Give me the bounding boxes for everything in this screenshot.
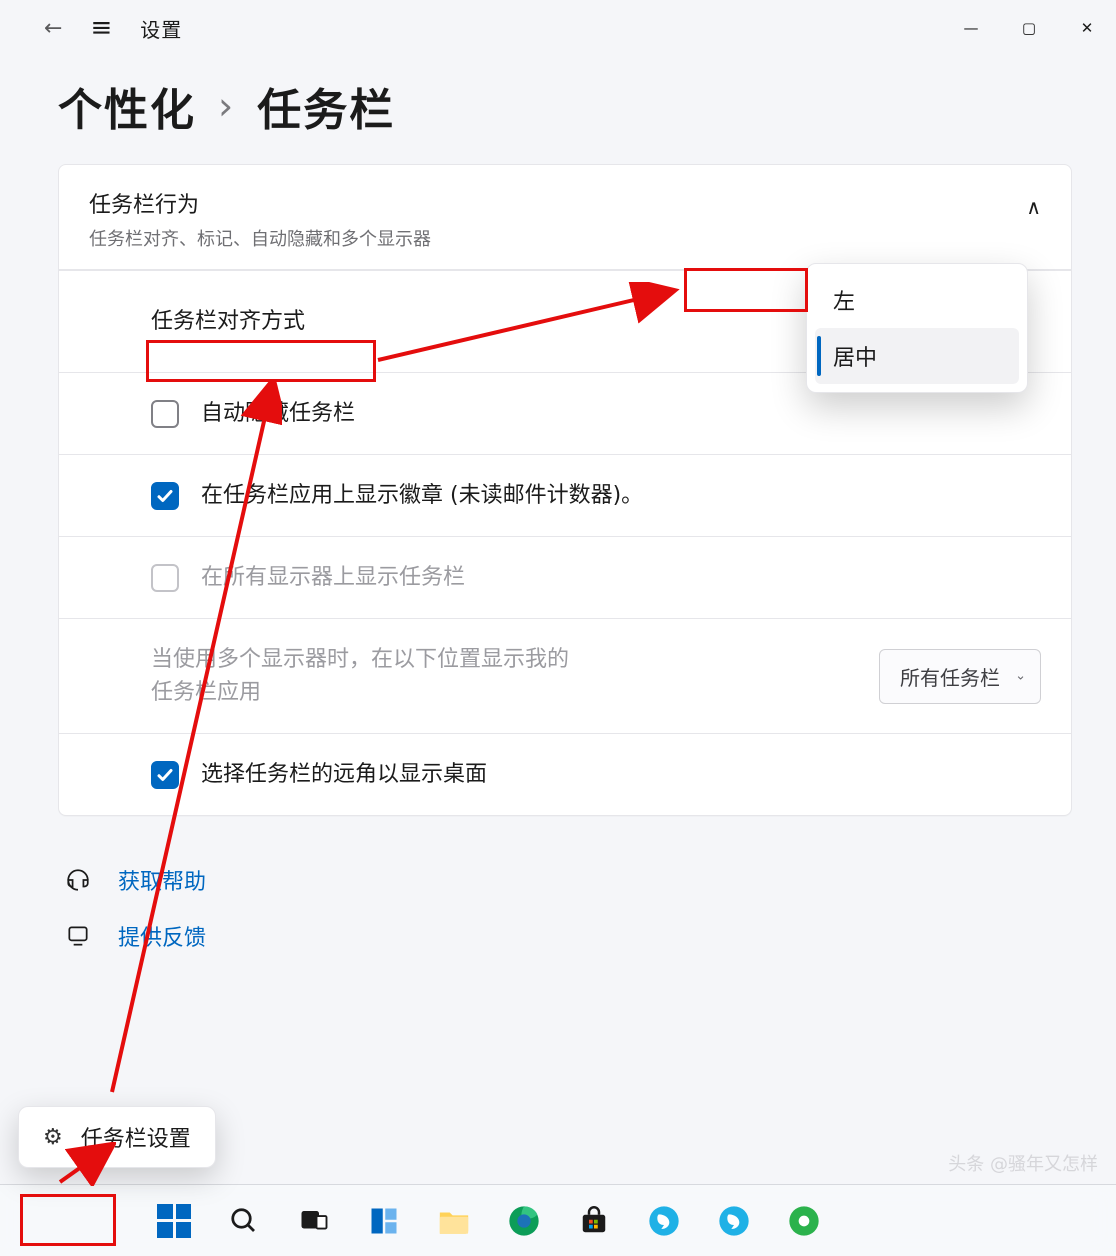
get-help-label: 获取帮助 <box>118 864 206 896</box>
menu-button[interactable]: ≡ <box>90 13 112 43</box>
close-button[interactable]: ✕ <box>1058 0 1116 56</box>
chevron-up-icon[interactable]: ∧ <box>1026 195 1041 219</box>
maximize-button[interactable]: ▢ <box>1000 0 1058 56</box>
section-title: 任务栏行为 <box>89 187 431 219</box>
multi-monitor-dropdown[interactable]: 所有任务栏 ⌄ <box>879 649 1041 704</box>
store-icon[interactable] <box>570 1197 618 1245</box>
task-view-icon[interactable] <box>290 1197 338 1245</box>
taskbar[interactable] <box>0 1184 1116 1256</box>
checkbox-show-desktop[interactable] <box>151 761 179 789</box>
widgets-icon[interactable] <box>360 1197 408 1245</box>
app-icon-2[interactable] <box>710 1197 758 1245</box>
show-desktop-label: 选择任务栏的远角以显示桌面 <box>201 758 487 791</box>
help-icon <box>64 866 92 894</box>
taskbar-behavior-section: 任务栏行为 任务栏对齐、标记、自动隐藏和多个显示器 ∧ 任务栏对齐方式 自动隐藏… <box>58 164 1072 816</box>
checkbox-all-monitors[interactable] <box>151 564 179 592</box>
app-title: 设置 <box>140 14 182 43</box>
back-button[interactable]: ← <box>44 16 62 41</box>
gear-icon: ⚙ <box>43 1125 63 1150</box>
chevron-right-icon: › <box>218 84 235 128</box>
alignment-option-left[interactable]: 左 <box>815 272 1019 328</box>
badges-label: 在任务栏应用上显示徽章 (未读邮件计数器)。 <box>201 479 643 512</box>
edge-icon[interactable] <box>500 1197 548 1245</box>
section-subtitle: 任务栏对齐、标记、自动隐藏和多个显示器 <box>89 225 431 251</box>
taskbar-settings-label: 任务栏设置 <box>81 1121 191 1153</box>
row-show-desktop[interactable]: 选择任务栏的远角以显示桌面 <box>59 733 1071 815</box>
minimize-button[interactable]: — <box>942 0 1000 56</box>
feedback-label: 提供反馈 <box>118 920 206 952</box>
breadcrumb-current: 任务栏 <box>257 74 395 138</box>
app-icon-3[interactable] <box>780 1197 828 1245</box>
feedback-icon <box>64 922 92 950</box>
file-explorer-icon[interactable] <box>430 1197 478 1245</box>
alignment-option-center[interactable]: 居中 <box>815 328 1019 384</box>
app-icon-1[interactable] <box>640 1197 688 1245</box>
section-header[interactable]: 任务栏行为 任务栏对齐、标记、自动隐藏和多个显示器 ∧ <box>59 165 1071 270</box>
feedback-link[interactable]: 提供反馈 <box>64 920 1072 952</box>
row-multi-monitor: 当使用多个显示器时，在以下位置显示我的任务栏应用 所有任务栏 ⌄ <box>59 618 1071 733</box>
all-monitors-label: 在所有显示器上显示任务栏 <box>201 561 465 594</box>
search-icon[interactable] <box>220 1197 268 1245</box>
watermark: 头条 @骚年又怎样 <box>948 1150 1098 1176</box>
auto-hide-label: 自动隐藏任务栏 <box>201 397 355 430</box>
chevron-down-icon: ⌄ <box>1015 669 1026 684</box>
row-all-monitors[interactable]: 在所有显示器上显示任务栏 <box>59 536 1071 618</box>
taskbar-context-menu[interactable]: ⚙ 任务栏设置 <box>18 1106 216 1168</box>
get-help-link[interactable]: 获取帮助 <box>64 864 1072 896</box>
start-button[interactable] <box>150 1197 198 1245</box>
checkbox-badges[interactable] <box>151 482 179 510</box>
alignment-popup: 左 居中 <box>806 263 1028 393</box>
alignment-label: 任务栏对齐方式 <box>151 305 305 338</box>
row-badges[interactable]: 在任务栏应用上显示徽章 (未读邮件计数器)。 <box>59 454 1071 536</box>
breadcrumb: 个性化 › 任务栏 <box>58 74 1072 138</box>
breadcrumb-parent[interactable]: 个性化 <box>58 74 196 138</box>
multi-monitor-label: 当使用多个显示器时，在以下位置显示我的任务栏应用 <box>151 643 581 709</box>
checkbox-auto-hide[interactable] <box>151 400 179 428</box>
multi-monitor-value: 所有任务栏 <box>900 666 1000 690</box>
titlebar: ← ≡ 设置 — ▢ ✕ <box>0 0 1116 56</box>
